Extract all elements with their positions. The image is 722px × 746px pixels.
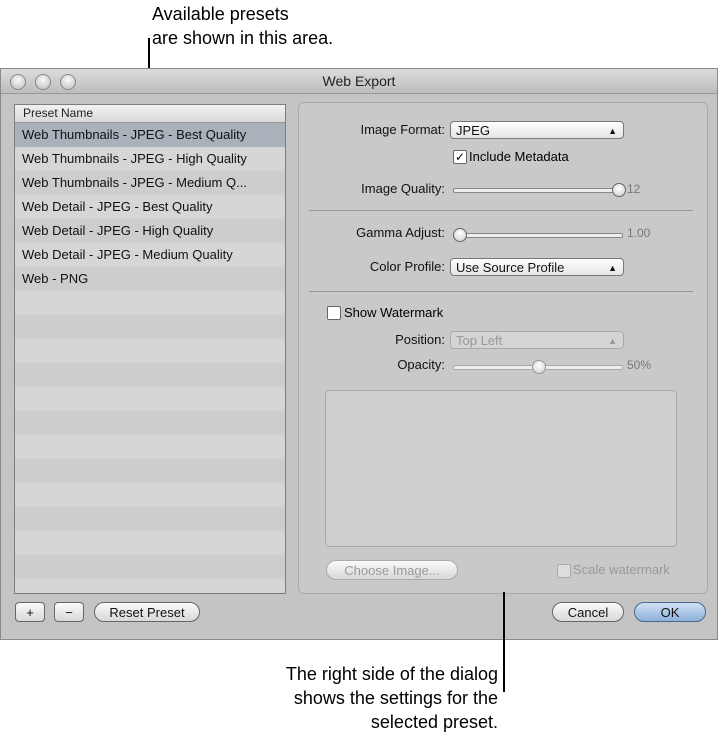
- empty-row: [15, 411, 285, 435]
- empty-row: [15, 435, 285, 459]
- image-quality-value: 12: [627, 182, 641, 196]
- scale-watermark-label: Scale watermark: [573, 562, 670, 577]
- slider-knob[interactable]: [532, 360, 546, 374]
- image-quality-label: Image Quality:: [361, 181, 445, 196]
- title-bar: Web Export: [1, 69, 717, 94]
- image-format-label: Image Format:: [360, 122, 445, 137]
- empty-row: [15, 555, 285, 579]
- web-export-dialog: Web Export Preset Name Web Thumbnails - …: [0, 68, 718, 640]
- callout-text: selected preset.: [370, 712, 498, 732]
- callout-settings: The right side of the dialog shows the se…: [200, 662, 498, 734]
- divider: [309, 291, 693, 292]
- position-popup[interactable]: Top Left ▲: [450, 331, 624, 349]
- gamma-value: 1.00: [627, 226, 651, 240]
- image-quality-slider[interactable]: [453, 183, 626, 197]
- column-header-preset-name[interactable]: Preset Name: [15, 105, 285, 123]
- updown-arrows-icon: ▲: [608, 336, 617, 346]
- color-profile-popup[interactable]: Use Source Profile ▲: [450, 258, 624, 276]
- updown-arrows-icon: ▲: [608, 126, 617, 136]
- empty-row: [15, 291, 285, 315]
- updown-arrows-icon: ▲: [608, 263, 617, 273]
- image-format-popup[interactable]: JPEG ▲: [450, 121, 624, 139]
- empty-row: [15, 339, 285, 363]
- gamma-slider[interactable]: [453, 228, 623, 242]
- slider-knob[interactable]: [612, 183, 626, 197]
- color-profile-value: Use Source Profile: [456, 260, 565, 275]
- preset-row[interactable]: Web Detail - JPEG - Medium Quality: [15, 243, 285, 267]
- callout-text: Available presets: [152, 4, 289, 24]
- window-title: Web Export: [322, 73, 396, 89]
- cancel-button[interactable]: Cancel: [552, 602, 624, 622]
- opacity-value: 50%: [627, 358, 652, 372]
- image-format-value: JPEG: [456, 123, 490, 138]
- preset-row[interactable]: Web Thumbnails - JPEG - High Quality: [15, 147, 285, 171]
- callout-presets: Available presets are shown in this area.: [152, 2, 333, 50]
- preset-row[interactable]: Web Thumbnails - JPEG - Medium Q...: [15, 171, 285, 195]
- slider-knob[interactable]: [453, 228, 467, 242]
- divider: [309, 210, 693, 211]
- callout-text: shows the settings for the: [293, 688, 498, 708]
- watermark-image-well[interactable]: [325, 390, 677, 547]
- gamma-label: Gamma Adjust:: [356, 225, 445, 240]
- empty-row: [15, 387, 285, 411]
- opacity-label: Opacity:: [397, 357, 445, 372]
- reset-preset-button[interactable]: Reset Preset: [94, 602, 200, 622]
- color-profile-label: Color Profile:: [369, 259, 445, 274]
- empty-row: [15, 459, 285, 483]
- preset-row[interactable]: Web Thumbnails - JPEG - Best Quality: [15, 123, 285, 147]
- callout-line: [503, 592, 505, 692]
- scale-watermark-checkbox[interactable]: [557, 564, 571, 578]
- remove-preset-button[interactable]: −: [54, 602, 84, 622]
- position-label: Position:: [395, 332, 445, 347]
- preset-row[interactable]: Web - PNG: [15, 267, 285, 291]
- preset-row[interactable]: Web Detail - JPEG - High Quality: [15, 219, 285, 243]
- preset-row[interactable]: Web Detail - JPEG - Best Quality: [15, 195, 285, 219]
- callout-text: The right side of the dialog: [285, 664, 498, 684]
- callout-text: are shown in this area.: [152, 28, 334, 48]
- add-preset-button[interactable]: +: [15, 602, 45, 622]
- include-metadata-label: Include Metadata: [469, 149, 569, 164]
- ok-button[interactable]: OK: [634, 602, 706, 622]
- show-watermark-label: Show Watermark: [344, 305, 444, 320]
- preset-list[interactable]: Preset Name Web Thumbnails - JPEG - Best…: [14, 104, 286, 594]
- position-value: Top Left: [456, 333, 503, 348]
- show-watermark-checkbox[interactable]: [327, 306, 341, 320]
- empty-row: [15, 531, 285, 555]
- settings-panel: Image Format: JPEG ▲ ✓ Include Metadata I…: [298, 102, 708, 594]
- choose-image-button[interactable]: Choose Image...: [326, 560, 458, 580]
- empty-row: [15, 315, 285, 339]
- opacity-slider[interactable]: [453, 360, 623, 374]
- include-metadata-checkbox[interactable]: ✓: [453, 150, 467, 164]
- empty-row: [15, 579, 285, 593]
- empty-row: [15, 363, 285, 387]
- empty-row: [15, 507, 285, 531]
- empty-row: [15, 483, 285, 507]
